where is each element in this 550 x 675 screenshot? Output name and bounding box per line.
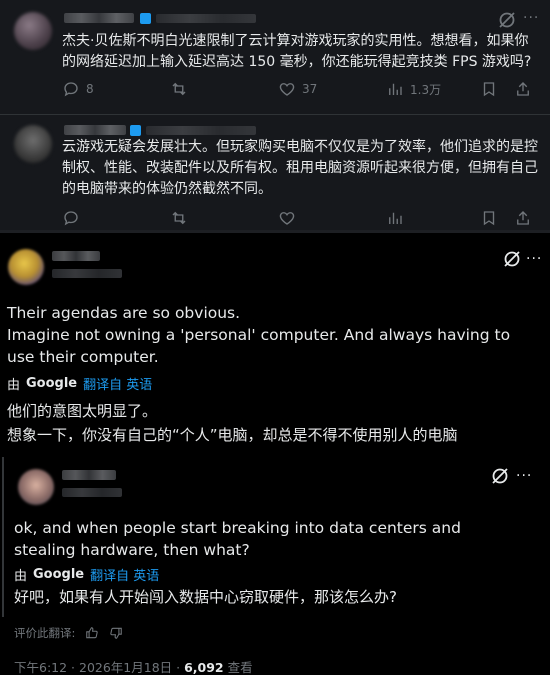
tweet-meta: 下午6:12 · 2026年1月18日 · 6,092 查看 (14, 657, 253, 675)
bookmark-button[interactable] (480, 209, 498, 227)
thumbs-down-icon[interactable] (109, 626, 123, 640)
thumbs-up-icon[interactable] (85, 626, 99, 640)
retweet-button[interactable] (170, 80, 188, 98)
tweet-actions: 8 37 1.3万 (62, 80, 532, 100)
translate-from-link[interactable]: 翻译自 英语 (83, 374, 152, 393)
avatar[interactable] (14, 125, 52, 163)
bookmark-button[interactable] (480, 80, 498, 98)
author-handle-blurred (52, 269, 122, 278)
like-button[interactable] (278, 209, 296, 227)
tweet-2[interactable]: 云游戏无疑会发展壮大。但玩家购买电脑不仅仅是为了效率，他们追求的是控制权、性能、… (0, 114, 550, 230)
reply-button[interactable]: 8 (62, 80, 94, 98)
tweet-3-expanded: ··· Their agendas are so obvious. Imagin… (0, 230, 550, 675)
share-icon (517, 82, 529, 96)
translation-attribution: 由 Google 翻译自 英语 (7, 374, 152, 393)
retweet-icon (172, 82, 186, 96)
heart-icon (279, 212, 295, 225)
tweet-actions (62, 209, 532, 229)
verified-badge-icon (140, 13, 151, 24)
translation-attribution: 由 Google 翻译自 英语 (14, 565, 159, 584)
view-count: 1.3万 (410, 82, 442, 97)
tweet-text: 杰夫·贝佐斯不明白光速限制了云计算对游戏玩家的实用性。想想看，如果你的网络延迟加… (62, 33, 532, 70)
reply-icon (64, 82, 78, 97)
more-options-icon[interactable]: ··· (523, 10, 539, 26)
views-button[interactable] (386, 209, 404, 227)
translated-by-label: 由 (7, 378, 21, 393)
share-button[interactable] (514, 209, 532, 227)
author-name-blurred[interactable] (52, 251, 100, 261)
translation-text: 他们的意图太明显了。 想象一下，你没有自己的“个人”电脑，却总是不得不使用别人的… (7, 402, 458, 444)
reply-button[interactable] (62, 209, 80, 227)
author-name-blurred[interactable] (62, 470, 116, 480)
view-count: 6,092 (184, 660, 224, 675)
rate-translation: 评价此翻译: (14, 625, 123, 641)
tweet-text: 云游戏无疑会发展壮大。但玩家购买电脑不仅仅是为了效率，他们追求的是控制权、性能、… (62, 139, 538, 197)
tweet-1[interactable]: ··· 杰夫·贝佐斯不明白光速限制了云计算对游戏玩家的实用性。想想看，如果你的网… (0, 0, 550, 114)
grok-icon[interactable] (502, 249, 522, 269)
retweet-icon (172, 211, 186, 225)
grok-icon[interactable] (490, 466, 510, 486)
views-chart-icon (389, 83, 402, 95)
more-options-icon[interactable]: ··· (526, 251, 542, 267)
translate-from-link[interactable]: 翻译自 英语 (90, 565, 159, 584)
author-name-blurred[interactable] (64, 125, 126, 135)
verified-badge-icon (130, 125, 141, 136)
avatar[interactable] (14, 12, 52, 50)
tweet-text: ok, and when people start breaking into … (14, 519, 461, 559)
timestamp[interactable]: 下午6:12 · 2026年1月18日 · (14, 660, 180, 675)
bookmark-icon (483, 211, 495, 226)
thread-line (2, 457, 4, 617)
google-label: Google (33, 567, 85, 582)
reply-count: 8 (86, 82, 94, 96)
tweet-text: Their agendas are so obvious. Imagine no… (7, 304, 511, 366)
avatar[interactable] (18, 469, 54, 505)
views-chart-icon (389, 212, 402, 224)
like-button[interactable]: 37 (278, 80, 317, 98)
grok-icon[interactable] (497, 10, 517, 30)
author-handle-blurred (146, 126, 256, 135)
views-button[interactable]: 1.3万 (386, 80, 441, 98)
heart-icon (279, 83, 295, 96)
rate-translation-label: 评价此翻译: (14, 626, 76, 640)
more-options-icon[interactable]: ··· (516, 468, 532, 484)
bookmark-icon (483, 82, 495, 97)
views-label: 查看 (227, 660, 253, 675)
share-icon (517, 211, 529, 225)
author-handle-blurred (156, 14, 256, 23)
retweet-button[interactable] (170, 209, 188, 227)
like-count: 37 (302, 82, 318, 96)
author-handle-blurred (62, 488, 122, 497)
reply-icon (64, 211, 78, 226)
translation-text: 好吧，如果有人开始闯入数据中心窃取硬件，那该怎么办? (14, 588, 397, 606)
google-label: Google (26, 376, 78, 391)
avatar[interactable] (8, 249, 44, 285)
translated-by-label: 由 (14, 569, 28, 584)
author-name-blurred[interactable] (64, 13, 134, 23)
share-button[interactable] (514, 80, 532, 98)
